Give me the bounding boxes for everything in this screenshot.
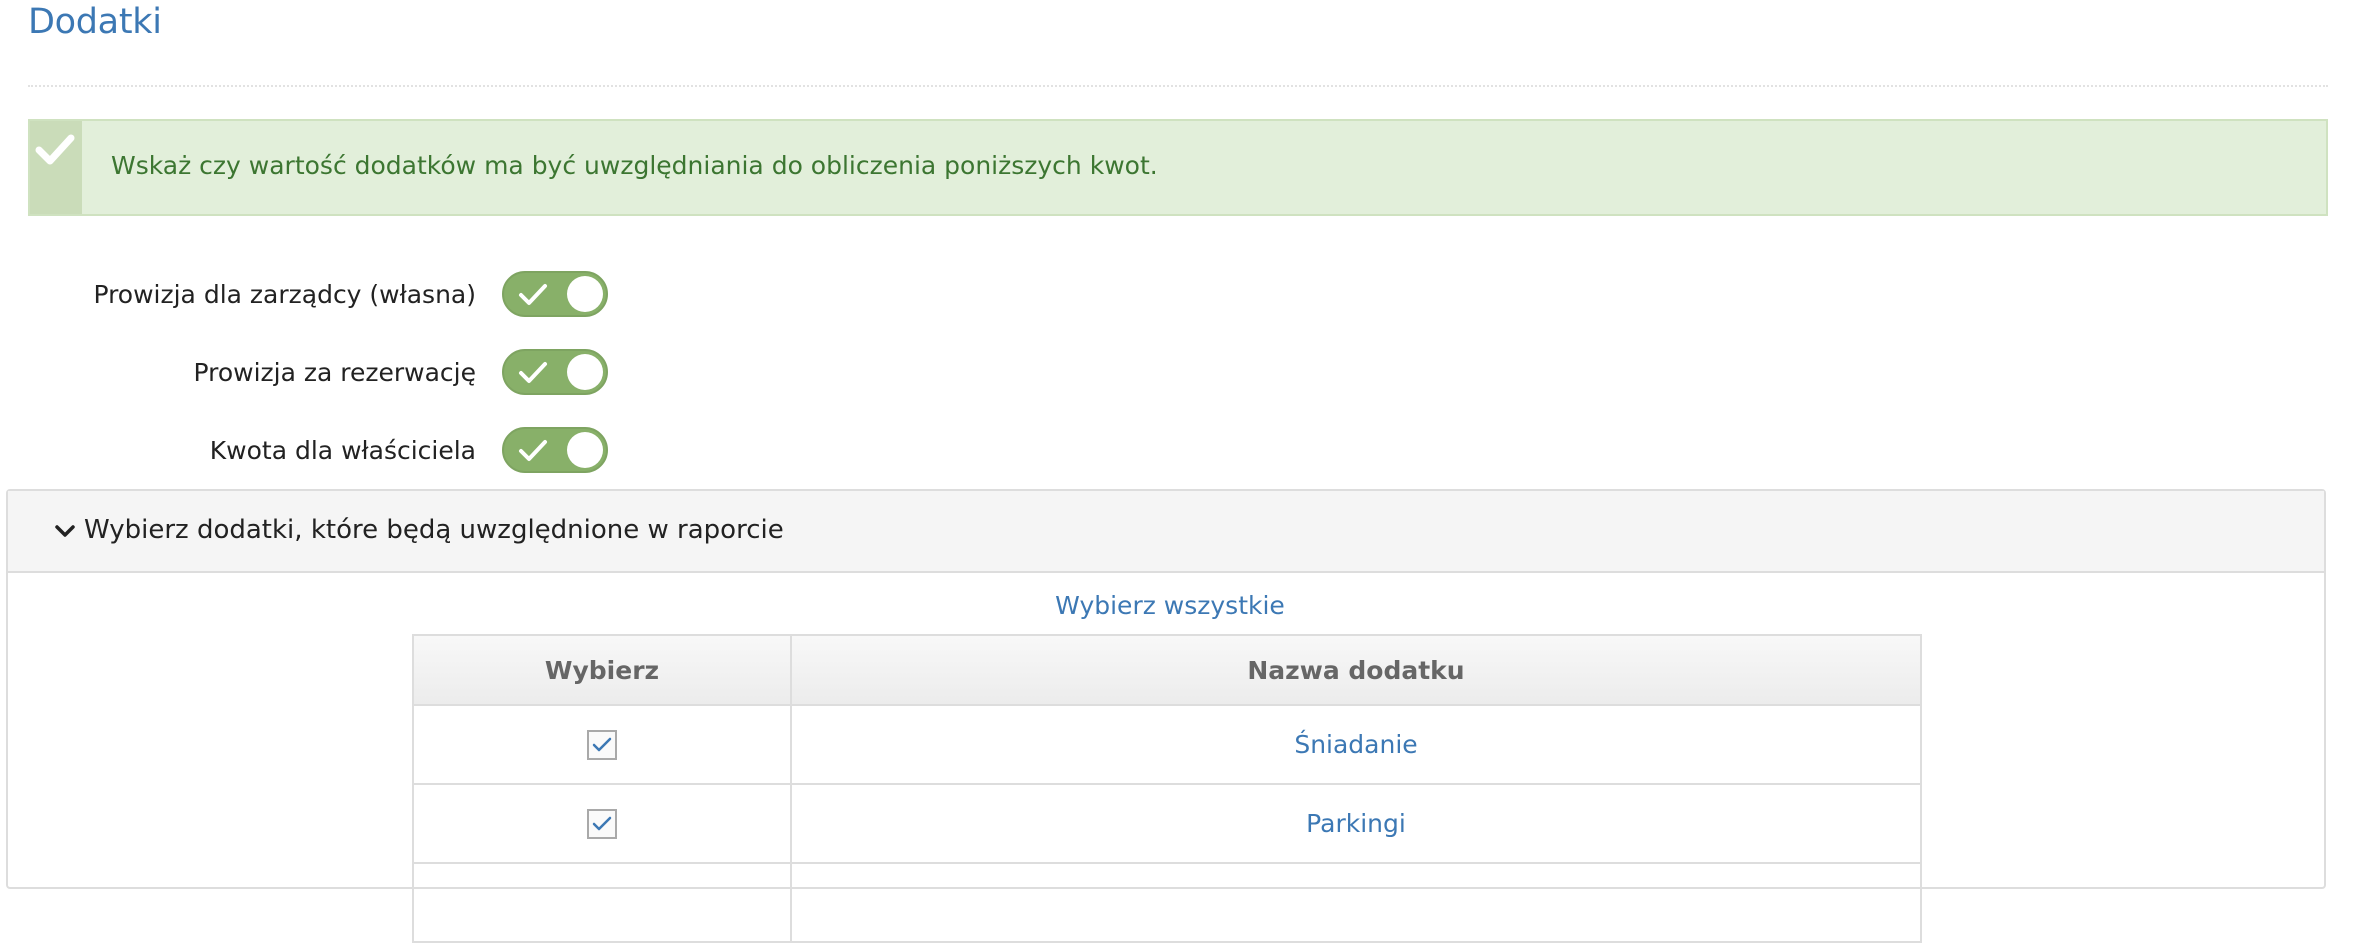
check-icon (30, 121, 82, 214)
table-header-row: Wybierz Nazwa dodatku (412, 634, 1922, 706)
toggle-knob (567, 354, 603, 390)
toggle-check-icon (519, 440, 547, 461)
toggle-label: Kwota dla właściciela (209, 436, 476, 465)
select-cell (412, 783, 792, 864)
owner-amount-toggle[interactable] (502, 427, 608, 473)
table-row: Śniadanie (412, 704, 1922, 785)
row-checkbox[interactable] (587, 809, 617, 839)
addon-name-cell[interactable]: Śniadanie (790, 704, 1922, 785)
chevron-down-icon (55, 525, 75, 537)
toggle-row-owner-amount: Kwota dla właściciela (0, 427, 620, 475)
booking-commission-toggle[interactable] (502, 349, 608, 395)
addon-name-cell[interactable]: Parkingi (790, 783, 1922, 864)
column-header-select[interactable]: Wybierz (412, 634, 792, 706)
checkmark-icon (592, 737, 612, 752)
addons-panel: Wybierz dodatki, które będą uwzględnione… (6, 489, 2326, 943)
select-cell (412, 862, 792, 943)
toggle-label: Prowizja za rezerwację (193, 358, 476, 387)
title-divider (28, 85, 2328, 87)
toggle-label: Prowizja dla zarządcy (własna) (93, 280, 476, 309)
toggle-check-icon (519, 362, 547, 383)
toggle-knob (567, 432, 603, 468)
addons-panel-header[interactable]: Wybierz dodatki, które będą uwzględnione… (8, 491, 2324, 573)
manager-commission-toggle[interactable] (502, 271, 608, 317)
toggle-check-icon (519, 284, 547, 305)
info-alert: Wskaż czy wartość dodatków ma być uwzglę… (28, 119, 2328, 216)
addons-table: Wybierz Nazwa dodatku Śniadanie Parkingi (412, 634, 1922, 943)
select-all-link[interactable]: Wybierz wszystkie (8, 591, 2332, 620)
row-checkbox[interactable] (587, 730, 617, 760)
column-header-addon-name[interactable]: Nazwa dodatku (790, 634, 1922, 706)
toggle-row-booking-commission: Prowizja za rezerwację (0, 349, 620, 397)
toggle-knob (567, 276, 603, 312)
select-cell (412, 704, 792, 785)
table-row (412, 862, 1922, 943)
alert-text: Wskaż czy wartość dodatków ma być uwzglę… (111, 151, 1158, 180)
toggle-row-manager-commission: Prowizja dla zarządcy (własna) (0, 271, 620, 319)
panel-title: Wybierz dodatki, które będą uwzględnione… (84, 515, 784, 545)
table-row: Parkingi (412, 783, 1922, 864)
page-title: Dodatki (28, 2, 162, 42)
checkmark-icon (592, 816, 612, 831)
addon-name-cell (790, 862, 1922, 943)
